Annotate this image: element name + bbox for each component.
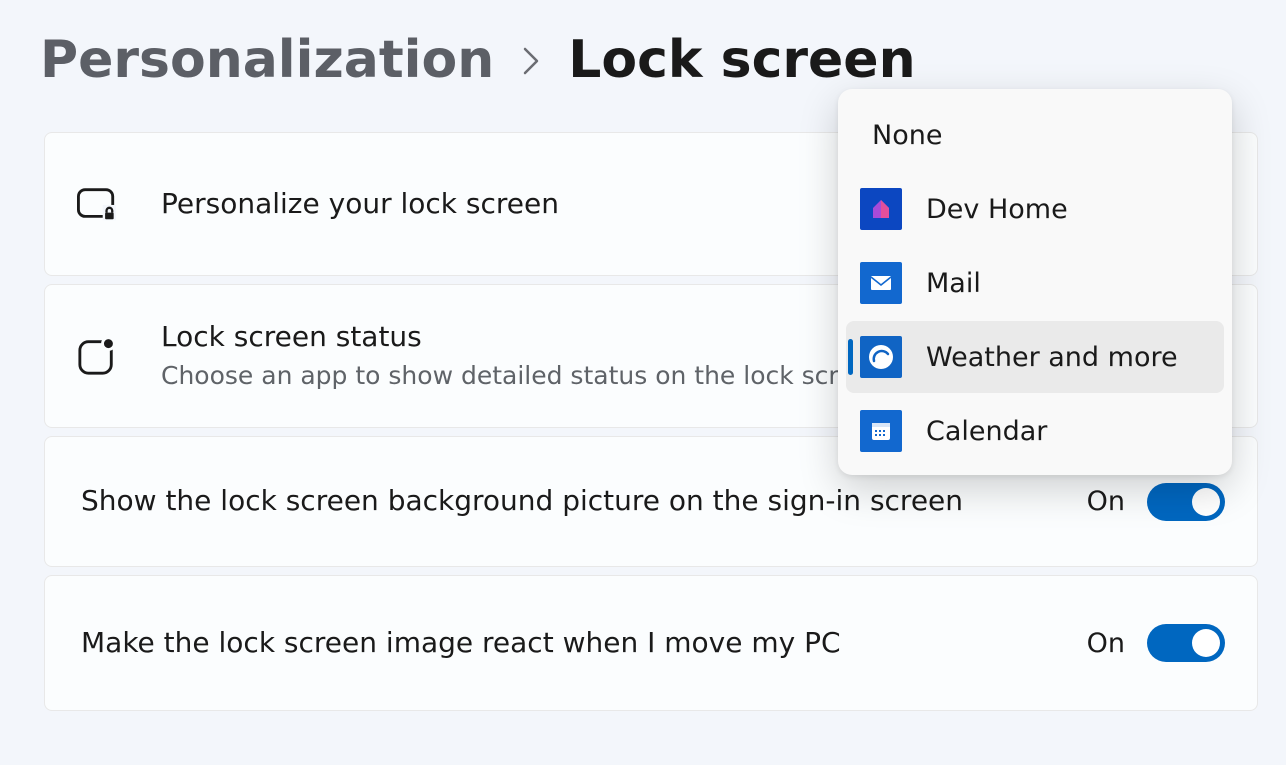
dropdown-option-label: Weather and more [926, 342, 1178, 373]
bg-on-signin-toggle[interactable] [1147, 483, 1225, 521]
dropdown-option-weather[interactable]: Weather and more [846, 321, 1224, 393]
calendar-icon [860, 410, 902, 452]
chevron-right-icon [522, 44, 540, 84]
bg-on-signin-title: Show the lock screen background picture … [81, 483, 1087, 519]
dropdown-option-calendar[interactable]: Calendar [846, 395, 1224, 467]
breadcrumb-parent[interactable]: Personalization [40, 30, 494, 90]
dropdown-option-none[interactable]: None [846, 99, 1224, 171]
lock-screen-icon [77, 184, 117, 224]
parallax-toggle[interactable] [1147, 624, 1225, 662]
parallax-title: Make the lock screen image react when I … [81, 625, 1087, 661]
parallax-state: On [1087, 628, 1125, 659]
parallax-card[interactable]: Make the lock screen image react when I … [44, 575, 1258, 711]
weather-icon [860, 336, 902, 378]
breadcrumb: Personalization Lock screen [0, 0, 1286, 90]
mail-icon [860, 262, 902, 304]
status-icon [77, 336, 117, 376]
dropdown-option-label: Mail [926, 268, 981, 299]
status-app-dropdown[interactable]: None Dev Home Mail Weather and more [838, 89, 1232, 475]
dropdown-option-mail[interactable]: Mail [846, 247, 1224, 319]
dev-home-icon [860, 188, 902, 230]
dropdown-option-label: Dev Home [926, 194, 1068, 225]
bg-on-signin-state: On [1087, 486, 1125, 517]
dropdown-option-label: None [872, 120, 942, 151]
dropdown-option-dev-home[interactable]: Dev Home [846, 173, 1224, 245]
dropdown-option-label: Calendar [926, 416, 1047, 447]
breadcrumb-current: Lock screen [568, 30, 915, 90]
